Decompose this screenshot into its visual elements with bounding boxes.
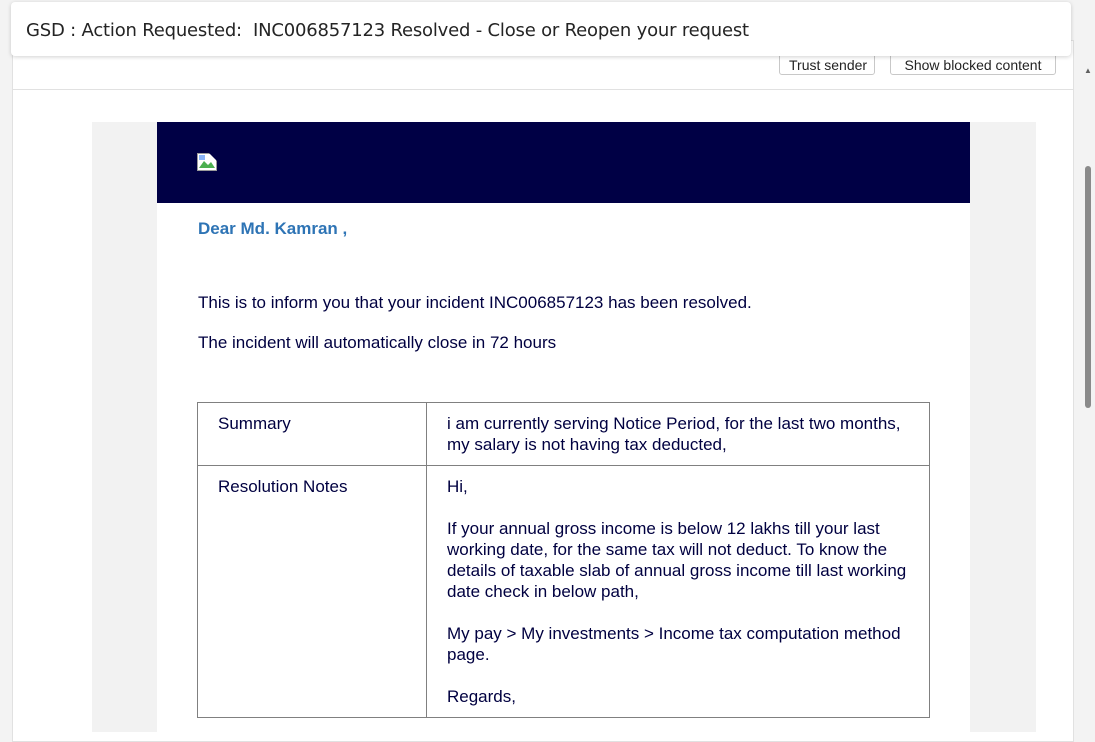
broken-image-icon — [197, 153, 217, 171]
notes-line: Regards, — [447, 687, 516, 706]
resolution-notes-label: Resolution Notes — [197, 465, 427, 718]
summary-label: Summary — [197, 402, 427, 466]
incident-details-table: Summary i am currently serving Notice Pe… — [197, 402, 930, 718]
scroll-thumb[interactable] — [1085, 166, 1091, 408]
notes-line: If your annual gross income is below 12 … — [447, 519, 907, 601]
resolution-notes-value: Hi, If your annual gross income is below… — [426, 465, 930, 718]
notes-line: Hi, — [447, 477, 468, 496]
subject-header: GSD : Action Requested: INC006857123 Res… — [11, 2, 1071, 56]
email-header-banner — [157, 122, 970, 203]
table-row: Summary i am currently serving Notice Pe… — [197, 402, 930, 466]
notes-spacer — [447, 497, 909, 518]
vertical-scrollbar[interactable]: ▲ — [1081, 66, 1095, 732]
email-subject: GSD : Action Requested: INC006857123 Res… — [26, 20, 749, 41]
resolved-message: This is to inform you that your incident… — [198, 293, 752, 312]
email-body: Dear Md. Kamran , This is to inform you … — [157, 122, 970, 732]
summary-value: i am currently serving Notice Period, fo… — [426, 402, 930, 466]
trust-sender-button[interactable]: Trust sender — [779, 53, 875, 75]
auto-close-message: The incident will automatically close in… — [198, 333, 557, 352]
greeting: Dear Md. Kamran , — [198, 219, 348, 238]
notes-spacer — [447, 665, 909, 686]
show-blocked-content-button[interactable]: Show blocked content — [890, 53, 1056, 75]
notes-spacer — [447, 602, 909, 623]
scroll-up-arrow-icon[interactable]: ▲ — [1084, 66, 1092, 75]
notes-line: My pay > My investments > Income tax com… — [447, 624, 901, 664]
table-row: Resolution Notes Hi, If your annual gros… — [197, 465, 930, 718]
